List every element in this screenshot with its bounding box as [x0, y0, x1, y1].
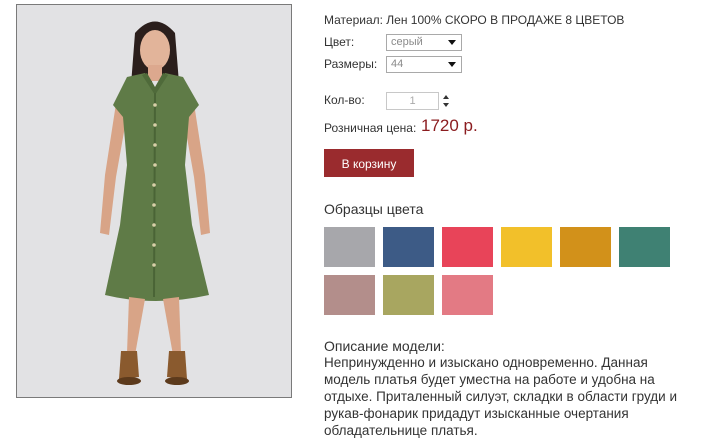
color-swatch[interactable] [383, 275, 434, 315]
description-line: Непринужденно и изыскано одновременно. Д… [324, 355, 648, 370]
description-line: отдыхе. Приталенный силуэт, складки в об… [324, 389, 677, 404]
size-select[interactable]: 44 [386, 56, 462, 73]
color-swatch[interactable] [501, 227, 552, 267]
add-to-cart-button[interactable]: В корзину [324, 149, 414, 177]
description-title: Описание модели: [324, 338, 445, 354]
quantity-stepper[interactable] [443, 95, 451, 109]
chevron-down-icon [448, 40, 456, 45]
description-line: модель платья будет уместна на работе и … [324, 372, 655, 387]
description-line: рукав-фонарик придадут изысканные очерта… [324, 406, 629, 421]
quantity-input[interactable]: 1 [386, 92, 439, 110]
size-label: Размеры: [324, 57, 378, 71]
product-photo[interactable] [16, 4, 292, 398]
color-swatch[interactable] [442, 275, 493, 315]
price-label: Розничная цена: [324, 121, 417, 135]
photo-caption-area [10, 400, 292, 441]
color-swatch[interactable] [619, 227, 670, 267]
chevron-down-icon [448, 62, 456, 67]
increment-arrow-icon[interactable] [443, 95, 449, 99]
color-swatch[interactable] [324, 227, 375, 267]
decrement-arrow-icon[interactable] [443, 103, 449, 107]
description-text: Непринужденно и изыскано одновременно. Д… [324, 354, 704, 439]
description-line: обладательнице платья. [324, 423, 478, 438]
color-swatch[interactable] [442, 227, 493, 267]
swatches-title: Образцы цвета [324, 201, 424, 217]
color-swatch[interactable] [383, 227, 434, 267]
color-label: Цвет: [324, 35, 355, 49]
color-swatch[interactable] [324, 275, 375, 315]
model-in-dress-image [100, 21, 210, 385]
size-select-value: 44 [391, 58, 404, 70]
material-text: Материал: Лен 100% СКОРО В ПРОДАЖЕ 8 ЦВЕ… [324, 13, 625, 27]
color-select-value: серый [391, 36, 423, 48]
color-swatch[interactable] [560, 227, 611, 267]
price-value: 1720 р. [421, 116, 478, 135]
quantity-label: Кол-во: [324, 93, 365, 107]
color-select[interactable]: серый [386, 34, 462, 51]
